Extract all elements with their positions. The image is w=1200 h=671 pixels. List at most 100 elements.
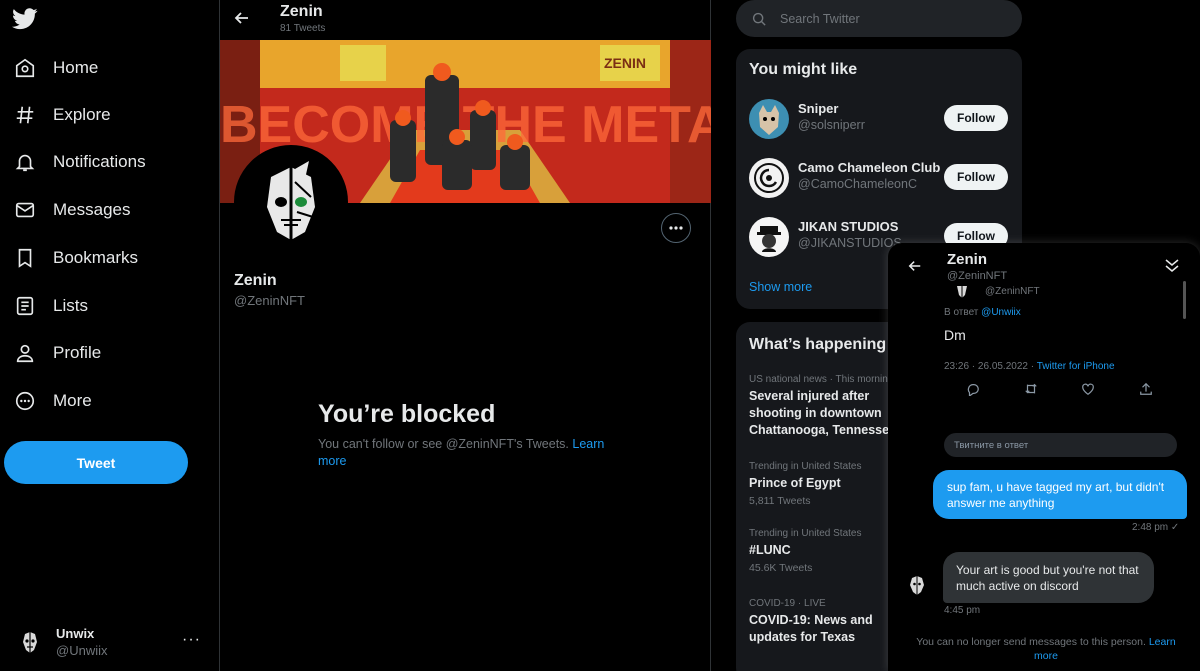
bookmark-icon <box>14 247 36 269</box>
trend-title: #LUNC <box>749 543 791 557</box>
profile-avatar[interactable] <box>234 145 348 259</box>
reply-to-line: В ответ @Unwiix <box>944 307 1021 318</box>
suggested-account-name: JIKAN STUDIOS <box>798 219 899 234</box>
account-handle: @Unwiix <box>56 643 108 658</box>
account-switcher[interactable]: Unwix @Unwiix ··· <box>10 621 210 665</box>
nav-more-label: More <box>53 391 92 410</box>
suggested-account[interactable]: Camo Chameleon Club @CamoChameleonC Foll… <box>749 156 1009 200</box>
tweet-button[interactable]: Tweet <box>4 441 188 484</box>
nav-profile[interactable]: Profile <box>10 333 105 373</box>
nav-notifications[interactable]: Notifications <box>10 142 150 182</box>
quoted-timestamp: 23:26 · 26.05.2022 · <box>944 361 1035 372</box>
nav-profile-label: Profile <box>53 343 102 362</box>
trend-title: COVID-19: News and updates for Texas <box>749 613 873 644</box>
avatar <box>749 217 789 257</box>
nav-messages[interactable]: Messages <box>10 190 134 230</box>
conversation-name: Zenin <box>947 251 987 268</box>
quoted-avatar <box>954 286 970 298</box>
left-navigation: Home Explore Notifications Messages Book… <box>0 0 220 671</box>
trend-meta: COVID-19 · LIVE <box>749 598 826 609</box>
suggested-account-handle: @solsniperr <box>798 118 865 132</box>
whats-happening-title: What’s happening <box>749 336 887 353</box>
suggested-account-name: Camo Chameleon Club <box>798 160 941 175</box>
incoming-message[interactable]: Your art is good but you're not that muc… <box>943 552 1154 603</box>
cannot-message-text: You can no longer send messages to this … <box>916 636 1146 648</box>
account-name: Unwix <box>56 626 95 641</box>
tweet-reply-field[interactable] <box>944 433 1177 457</box>
suggested-account-handle: @CamoChameleonC <box>798 177 917 191</box>
conversation-handle: @ZeninNFT <box>947 270 1008 282</box>
account-menu-icon[interactable]: ··· <box>182 631 201 649</box>
trend-count: 5,811 Tweets <box>749 495 811 507</box>
trend-title: Several injured after shooting in downto… <box>749 389 897 437</box>
quoted-tweet-time: 23:26 · 26.05.2022 · Twitter for iPhone <box>944 361 1115 372</box>
collapse-chevron-icon[interactable] <box>1164 257 1180 273</box>
profile-more-button[interactable] <box>661 213 691 243</box>
trend-meta: Trending in United States <box>749 461 862 472</box>
person-icon <box>14 342 36 364</box>
like-heart-icon[interactable] <box>1081 382 1095 396</box>
incoming-message-time: 4:45 pm <box>944 605 981 616</box>
banner-sign: ZENIN <box>604 55 646 71</box>
show-more-link[interactable]: Show more <box>749 280 812 294</box>
suggested-account-name: Sniper <box>798 101 839 116</box>
reply-to-handle[interactable]: @Unwiix <box>981 307 1021 318</box>
nav-lists[interactable]: Lists <box>10 286 92 326</box>
more-circle-icon <box>14 390 36 412</box>
header-tweet-count: 81 Tweets <box>280 23 326 34</box>
tweet-actions <box>966 382 1166 398</box>
nav-bookmarks-label: Bookmarks <box>53 248 139 267</box>
nav-explore-label: Explore <box>53 105 111 124</box>
search-box[interactable] <box>736 0 1022 37</box>
blocked-title: You’re blocked <box>318 400 496 428</box>
trend-item[interactable]: Trending in United States Prince of Egyp… <box>749 461 899 507</box>
suggested-account[interactable]: Sniper @solsniperr Follow <box>749 97 1009 141</box>
profile-name: Zenin <box>234 272 277 289</box>
bell-icon <box>14 151 36 173</box>
retweet-icon[interactable] <box>1024 382 1038 396</box>
follow-button[interactable]: Follow <box>944 105 1008 131</box>
reply-icon[interactable] <box>966 382 980 396</box>
suggested-account-handle: @JIKANSTUDIOS <box>798 236 902 250</box>
back-arrow-icon[interactable] <box>908 259 922 273</box>
header-profile-name: Zenin <box>280 3 323 20</box>
nav-home-label: Home <box>53 58 99 77</box>
trend-meta: Trending in United States <box>749 528 862 539</box>
avatar <box>906 575 928 597</box>
message-drawer: Zenin @ZeninNFT @ZeninNFT В ответ @Unwii… <box>888 243 1200 671</box>
cannot-message-notice: You can no longer send messages to this … <box>906 635 1186 663</box>
quoted-tweet-text: Dm <box>944 327 966 343</box>
list-icon <box>14 295 36 317</box>
trend-item[interactable]: US national news · This morning Several … <box>749 374 899 439</box>
nav-messages-label: Messages <box>53 200 131 219</box>
trend-item[interactable]: Trending in United States #LUNC 45.6K Tw… <box>749 528 899 574</box>
search-icon <box>752 12 766 26</box>
nav-notifications-label: Notifications <box>53 152 146 171</box>
avatar <box>749 99 789 139</box>
ellipsis-icon <box>669 226 683 230</box>
nav-explore[interactable]: Explore <box>10 95 115 135</box>
nav-bookmarks[interactable]: Bookmarks <box>10 238 142 278</box>
trend-item[interactable]: COVID-19 · LIVE COVID-19: News and updat… <box>749 598 899 646</box>
avatar <box>749 158 789 198</box>
blocked-message: You can't follow or see @ZeninNFT's Twee… <box>318 436 618 470</box>
tweet-reply-input[interactable] <box>954 439 1164 451</box>
profile-column: Zenin 81 Tweets BECOME THE META ZENIN Ze… <box>219 0 711 671</box>
envelope-icon <box>14 199 36 221</box>
nav-lists-label: Lists <box>53 296 88 315</box>
tweet-source-link[interactable]: Twitter for iPhone <box>1037 361 1115 372</box>
search-input[interactable] <box>780 11 980 26</box>
outgoing-message[interactable]: sup fam, u have tagged my art, but didn'… <box>933 470 1187 519</box>
follow-button[interactable]: Follow <box>944 164 1008 190</box>
twitter-logo-icon[interactable] <box>12 8 38 30</box>
trend-meta: US national news · This morning <box>749 374 894 385</box>
hashtag-icon <box>14 104 36 126</box>
trend-count: 45.6K Tweets <box>749 562 813 574</box>
share-icon[interactable] <box>1139 382 1153 396</box>
blocked-text: You can't follow or see @ZeninNFT's Twee… <box>318 437 569 451</box>
nav-more[interactable]: More <box>10 381 96 421</box>
scrollbar[interactable] <box>1183 281 1186 319</box>
back-arrow-icon[interactable] <box>234 10 250 26</box>
nav-home[interactable]: Home <box>10 48 102 88</box>
trend-title: Prince of Egypt <box>749 476 841 490</box>
